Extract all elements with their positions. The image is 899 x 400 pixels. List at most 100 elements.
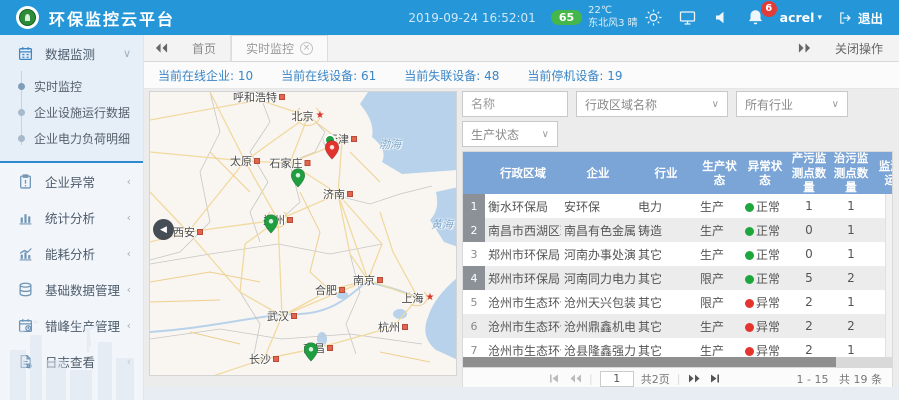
sidebar-item-数据监测[interactable]: 数据监测∨ bbox=[0, 35, 143, 71]
city-square-icon bbox=[351, 136, 357, 142]
header-cell-生产状态[interactable]: 生产状态 bbox=[697, 159, 742, 188]
cell-industry: 其它 bbox=[635, 294, 697, 311]
city-square-icon bbox=[402, 324, 408, 330]
line-chart-icon bbox=[18, 246, 33, 261]
tabs-scroll-left-button[interactable] bbox=[144, 35, 178, 61]
database-icon bbox=[18, 282, 33, 297]
prev-page-button[interactable] bbox=[568, 373, 582, 385]
log-file-icon bbox=[18, 354, 33, 369]
status-dot bbox=[745, 347, 754, 356]
cell-region: 沧州市生态环保局 bbox=[485, 342, 561, 358]
sidebar-item-label: 企业异常 bbox=[45, 172, 95, 191]
sidebar-item-基础数据管理[interactable]: 基础数据管理‹ bbox=[0, 271, 143, 307]
header-cell-企业[interactable]: 企业 bbox=[561, 166, 635, 180]
map-label-合肥: 合肥 bbox=[315, 282, 345, 298]
status-dot bbox=[745, 275, 754, 284]
last-page-button[interactable] bbox=[708, 373, 722, 385]
industry-select-value: 所有行业 bbox=[745, 96, 793, 113]
header-cell-治污监测点数量[interactable]: 治污监测点数量 bbox=[830, 151, 872, 194]
region-select[interactable]: 行政区域名称 ∨ bbox=[576, 91, 728, 117]
weather-text: 22℃ 东北风3 晴 bbox=[588, 5, 638, 30]
cell-treatment-points: 1 bbox=[830, 199, 872, 213]
double-left-icon bbox=[155, 42, 168, 54]
map-collapse-button[interactable]: ◀ bbox=[153, 219, 174, 240]
production-status-select[interactable]: 生产状态 ∨ bbox=[462, 121, 558, 147]
cell-production-status: 生产 bbox=[697, 318, 742, 335]
sidebar-nav: 数据监测∨实时监控企业设施运行数据企业电力负荷明细企业异常‹统计分析‹能耗分析‹… bbox=[0, 35, 144, 400]
horizontal-scrollbar[interactable] bbox=[463, 357, 892, 367]
cell-pollution-points: 1 bbox=[788, 199, 830, 213]
chevron-down-icon: ∨ bbox=[832, 99, 839, 110]
sidebar-sub-item-企业电力负荷明细[interactable]: 企业电力负荷明细 bbox=[0, 125, 143, 151]
cell-pollution-points: 0 bbox=[788, 247, 830, 261]
vertical-scrollbar[interactable] bbox=[885, 194, 892, 357]
table-row[interactable]: 2南昌市西湖区环保局南昌有色金属有限铸造生产正常010 bbox=[463, 218, 892, 242]
first-page-button[interactable] bbox=[547, 373, 561, 385]
tab-close-icon[interactable]: × bbox=[300, 42, 313, 55]
sidebar-item-企业异常[interactable]: 企业异常 ‹ bbox=[0, 163, 143, 199]
cell-company: 沧州鼎鑫机电设备 bbox=[561, 318, 635, 335]
chevron-left-icon: ‹ bbox=[127, 175, 131, 188]
cell-company: 南昌有色金属有限 bbox=[561, 222, 635, 239]
logout-button[interactable]: 退出 bbox=[837, 8, 883, 27]
app-header: 环保监控云平台 2019-09-24 16:52:01 65 22℃ 东北风3 … bbox=[0, 0, 899, 35]
sidebar-item-统计分析[interactable]: 统计分析‹ bbox=[0, 199, 143, 235]
name-input[interactable] bbox=[462, 91, 568, 117]
notification-badge: 6 bbox=[761, 1, 777, 17]
capital-star-icon: ★ bbox=[316, 111, 325, 121]
sidebar-item-label: 错峰生产管理 bbox=[45, 316, 120, 335]
chevron-down-icon: ∨ bbox=[712, 99, 719, 110]
tabs-scroll-right-button[interactable] bbox=[798, 42, 811, 54]
header-cell-产污监测点数量[interactable]: 产污监测点数量 bbox=[788, 151, 830, 194]
map-layer: 呼和浩特北京★天津太原石家庄济南西安郑州南京合肥上海★武汉杭州长沙南昌渤海黄海 bbox=[150, 92, 456, 375]
next-page-button[interactable] bbox=[687, 373, 701, 385]
table-row[interactable]: 4郑州市环保局河南同力电力设备其它限产正常525 bbox=[463, 266, 892, 290]
city-square-icon bbox=[327, 345, 333, 351]
header-cell-监测点运行[interactable]: 监测点运行 bbox=[872, 159, 893, 188]
sidebar-sub-item-实时监控[interactable]: 实时监控 bbox=[0, 73, 143, 99]
sidebar-item-日志查看[interactable]: 日志查看‹ bbox=[0, 343, 143, 379]
table-row[interactable]: 6沧州市生态环保局沧州鼎鑫机电设备其它生产异常224 bbox=[463, 314, 892, 338]
city-square-icon bbox=[273, 356, 279, 362]
table-row[interactable]: 7沧州市生态环保局沧县隆鑫强力加工其它生产异常210 bbox=[463, 338, 892, 357]
cell-industry: 其它 bbox=[635, 246, 697, 263]
sidebar-item-错峰生产管理[interactable]: 错峰生产管理 ‹ bbox=[0, 307, 143, 343]
map-marker-pin[interactable] bbox=[264, 214, 279, 234]
cell-treatment-points: 1 bbox=[830, 223, 872, 237]
table-row[interactable]: 1衡水环保局安环保电力生产正常110 bbox=[463, 194, 892, 218]
cell-industry: 其它 bbox=[635, 270, 697, 287]
header-cell-异常状态[interactable]: 异常状态 bbox=[742, 159, 788, 188]
pager-divider: | bbox=[589, 372, 593, 385]
stat-item: 当前停机设备: 19 bbox=[527, 67, 622, 84]
sidebar-sub-item-企业设施运行数据[interactable]: 企业设施运行数据 bbox=[0, 99, 143, 125]
map-marker-pin[interactable] bbox=[325, 140, 340, 160]
map-marker-pin[interactable] bbox=[304, 342, 319, 362]
page-input[interactable] bbox=[600, 371, 634, 387]
chevron-left-icon: ‹ bbox=[127, 319, 131, 332]
table-row[interactable]: 5沧州市生态环保局沧州天兴包装制品其它限产异常213 bbox=[463, 290, 892, 314]
notifications-button[interactable]: 6 bbox=[746, 8, 765, 27]
total-records-label: 共 19 条 bbox=[839, 373, 882, 386]
sidebar-item-能耗分析[interactable]: 能耗分析‹ bbox=[0, 235, 143, 271]
tab-realtime-monitoring[interactable]: 实时监控 × bbox=[231, 35, 328, 61]
industry-select[interactable]: 所有行业 ∨ bbox=[736, 91, 848, 117]
map-marker-pin[interactable] bbox=[291, 168, 306, 188]
speaker-icon[interactable] bbox=[712, 8, 731, 27]
header-cell-行业[interactable]: 行业 bbox=[635, 166, 697, 180]
cell-abnormal-status: 异常 bbox=[742, 318, 788, 335]
header-cell-行政区域[interactable]: 行政区域 bbox=[485, 166, 561, 180]
table-row[interactable]: 3郑州市环保局河南办事处演示其它生产正常010 bbox=[463, 242, 892, 266]
table-header: 行政区域企业行业生产状态异常状态产污监测点数量治污监测点数量监测点运行 bbox=[463, 152, 893, 194]
sidebar-item-label: 能耗分析 bbox=[45, 244, 95, 263]
monitoring-panel: 行政区域名称 ∨ 所有行业 ∨ 生产状态 ∨ 行政区域企业行业生产状态异常状 bbox=[462, 91, 893, 387]
status-dot bbox=[745, 203, 754, 212]
tab-home[interactable]: 首页 bbox=[178, 35, 231, 61]
close-operations-button[interactable]: 关闭操作 bbox=[835, 40, 883, 57]
map-panel[interactable]: 呼和浩特北京★天津太原石家庄济南西安郑州南京合肥上海★武汉杭州长沙南昌渤海黄海 … bbox=[149, 91, 457, 376]
map-label-太原: 太原 bbox=[230, 153, 260, 169]
monitor-icon[interactable] bbox=[678, 8, 697, 27]
user-menu[interactable]: acrel ▾ bbox=[780, 10, 822, 25]
scrollbar-thumb[interactable] bbox=[463, 357, 836, 367]
cell-treatment-points: 1 bbox=[830, 247, 872, 261]
row-number-cell: 3 bbox=[463, 242, 485, 266]
